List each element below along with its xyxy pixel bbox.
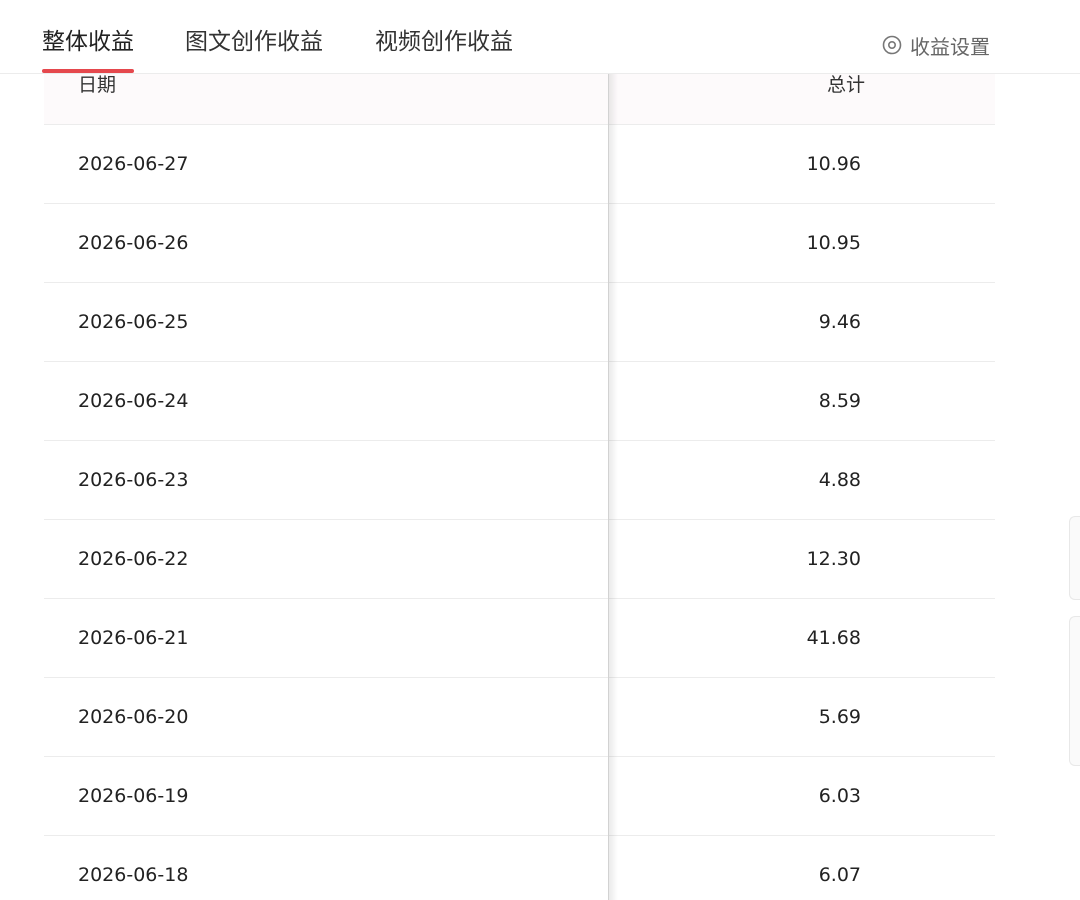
table-row: 2026-06-25 9.46 bbox=[44, 283, 995, 362]
cell-date: 2026-06-24 bbox=[78, 390, 189, 412]
cell-date: 2026-06-27 bbox=[78, 153, 189, 175]
table-row: 2026-06-23 4.88 bbox=[44, 441, 995, 520]
side-tab-fragment[interactable] bbox=[1069, 516, 1080, 600]
tab-overall-income[interactable]: 整体收益 bbox=[42, 26, 134, 73]
cell-date: 2026-06-19 bbox=[78, 785, 189, 807]
column-header-date[interactable]: 日期 bbox=[78, 74, 116, 96]
cell-total: 12.30 bbox=[806, 548, 861, 570]
income-page: 整体收益 图文创作收益 视频创作收益 收益设置 日期 总计 2026-06-27… bbox=[0, 0, 1080, 900]
table-row: 2026-06-21 41.68 bbox=[44, 599, 995, 678]
cell-date: 2026-06-23 bbox=[78, 469, 189, 491]
cell-total: 4.88 bbox=[818, 469, 861, 491]
active-tab-indicator bbox=[42, 69, 134, 73]
tab-overall-income-label: 整体收益 bbox=[42, 29, 134, 55]
settings-circle-icon bbox=[882, 35, 902, 55]
cell-date: 2026-06-20 bbox=[78, 706, 189, 728]
cell-total: 9.46 bbox=[818, 311, 861, 333]
table-row: 2026-06-18 6.07 bbox=[44, 836, 995, 900]
column-header-total[interactable]: 总计 bbox=[827, 74, 865, 96]
cell-date: 2026-06-26 bbox=[78, 232, 189, 254]
income-settings-label: 收益设置 bbox=[910, 34, 990, 59]
cell-total: 5.69 bbox=[818, 706, 861, 728]
table-body: 2026-06-27 10.96 2026-06-26 10.95 2026-0… bbox=[44, 125, 995, 900]
income-table: 日期 总计 2026-06-27 10.96 2026-06-26 10.95 … bbox=[44, 74, 995, 900]
tab-video-income-label: 视频创作收益 bbox=[375, 29, 513, 55]
cell-date: 2026-06-21 bbox=[78, 627, 189, 649]
fixed-column-divider bbox=[608, 74, 609, 900]
table-row: 2026-06-26 10.95 bbox=[44, 204, 995, 283]
table-header: 日期 总计 bbox=[44, 74, 995, 125]
cell-total: 8.59 bbox=[818, 390, 861, 412]
table-row: 2026-06-19 6.03 bbox=[44, 757, 995, 836]
tab-article-income-label: 图文创作收益 bbox=[185, 29, 323, 55]
tab-video-income[interactable]: 视频创作收益 bbox=[375, 26, 513, 72]
cell-date: 2026-06-18 bbox=[78, 864, 189, 886]
cell-date: 2026-06-25 bbox=[78, 311, 189, 333]
cell-total: 6.07 bbox=[818, 864, 861, 886]
table-row: 2026-06-27 10.96 bbox=[44, 125, 995, 204]
cell-total: 10.95 bbox=[806, 232, 861, 254]
table-row: 2026-06-24 8.59 bbox=[44, 362, 995, 441]
table-row: 2026-06-22 12.30 bbox=[44, 520, 995, 599]
cell-total: 41.68 bbox=[806, 627, 861, 649]
side-tab-fragment[interactable] bbox=[1069, 616, 1080, 766]
table-row: 2026-06-20 5.69 bbox=[44, 678, 995, 757]
tab-bar: 整体收益 图文创作收益 视频创作收益 收益设置 bbox=[0, 0, 1080, 74]
cell-total: 10.96 bbox=[806, 153, 861, 175]
income-settings-button[interactable]: 收益设置 bbox=[882, 31, 990, 59]
cell-date: 2026-06-22 bbox=[78, 548, 189, 570]
tab-article-income[interactable]: 图文创作收益 bbox=[185, 26, 323, 72]
cell-total: 6.03 bbox=[818, 785, 861, 807]
